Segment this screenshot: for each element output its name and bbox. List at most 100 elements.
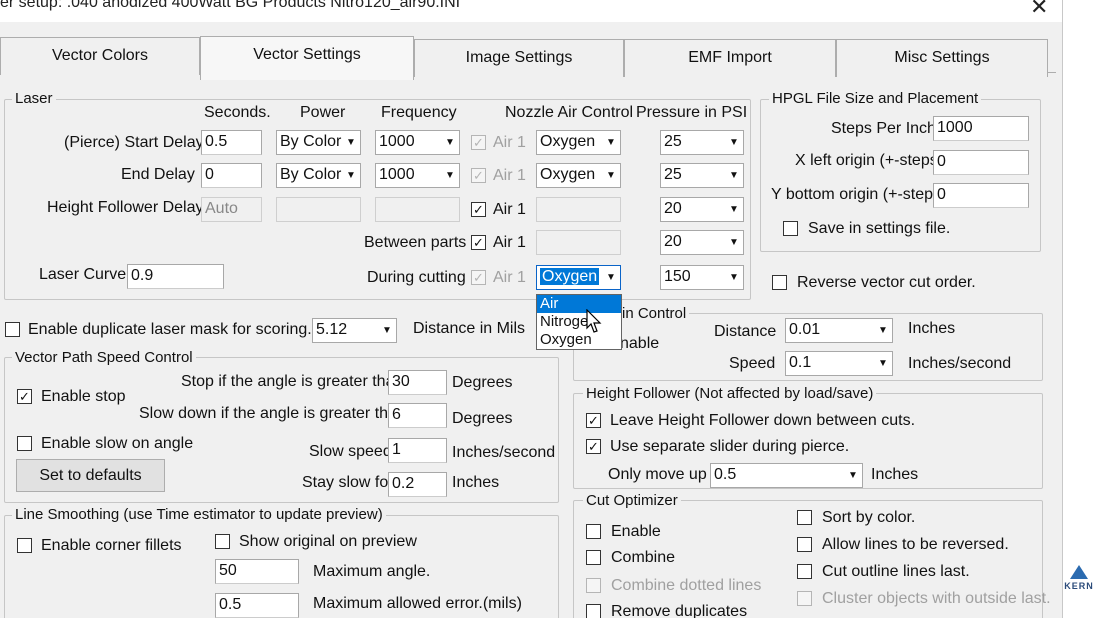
optimizer-enable-label: Enable (611, 523, 661, 540)
chevron-down-icon: ▼ (342, 131, 360, 154)
max-error-label: Maximum allowed error.(mils) (313, 595, 522, 612)
during-cutting-air-checkbox[interactable]: ✓ (471, 270, 486, 285)
x-origin-label: X left origin (+-steps) (795, 152, 944, 169)
slow-speed-input[interactable]: 1 (388, 438, 447, 463)
stay-slow-input[interactable]: 0.2 (388, 472, 447, 497)
end-delay-power-select[interactable]: By Color ▼ (276, 163, 361, 188)
laser-curve-input[interactable]: 0.9 (127, 264, 224, 289)
start-delay-psi-value: 25 (664, 133, 682, 150)
logo-triangle-icon (1070, 565, 1088, 579)
tab-misc-settings[interactable]: Misc Settings (836, 39, 1048, 77)
start-delay-power-select[interactable]: By Color ▼ (276, 130, 361, 155)
motion-speed-select[interactable]: 0.1 ▼ (785, 351, 893, 376)
enable-slow-checkbox[interactable] (17, 436, 32, 451)
pressure-header: Pressure in PSI (636, 104, 748, 121)
height-delay-psi-select[interactable]: 20 ▼ (660, 197, 744, 222)
gas-option-nitrogen[interactable]: Nitroge (537, 313, 621, 331)
optimizer-enable-checkbox[interactable] (586, 524, 601, 539)
end-delay-frequency-select[interactable]: 1000 ▼ (375, 163, 460, 188)
y-origin-label: Y bottom origin (+-steps) (771, 186, 947, 203)
combine-dotted-checkbox[interactable] (586, 578, 601, 593)
allow-reverse-checkbox[interactable] (797, 537, 812, 552)
power-header: Power (300, 104, 346, 121)
leave-down-label: Leave Height Follower down between cuts. (610, 412, 916, 429)
end-delay-gas-select[interactable]: Oxygen ▼ (536, 163, 621, 188)
chevron-down-icon: ▼ (725, 198, 743, 221)
cluster-label: Cluster objects with outside last. (822, 590, 1051, 607)
height-delay-air-checkbox[interactable]: ✓ (471, 202, 486, 217)
x-origin-input[interactable]: 0 (933, 150, 1029, 175)
motion-distance-select[interactable]: 0.01 ▼ (785, 318, 893, 343)
corner-fillets-label: Enable corner fillets (41, 537, 182, 554)
enable-slow-label: Enable slow on angle (41, 435, 194, 452)
between-parts-air-checkbox[interactable]: ✓ (471, 235, 486, 250)
between-parts-psi-select[interactable]: 20 ▼ (660, 230, 744, 255)
during-cutting-gas-select[interactable]: Oxygen ▼ (536, 265, 621, 290)
between-parts-psi-value: 20 (664, 233, 682, 250)
stay-slow-label: Stay slow for (302, 474, 394, 491)
cluster-checkbox[interactable] (797, 591, 812, 606)
start-delay-air-label: Air 1 (493, 134, 526, 151)
save-in-settings-checkbox[interactable] (783, 221, 798, 236)
steps-per-inch-label: Steps Per Inch (831, 120, 936, 137)
motion-distance-value: 0.01 (789, 321, 821, 338)
end-delay-air-checkbox[interactable]: ✓ (471, 168, 486, 183)
max-error-input[interactable]: 0.5 (215, 593, 299, 618)
leave-down-checkbox[interactable]: ✓ (586, 413, 601, 428)
laser-curve-label: Laser Curve (39, 266, 127, 283)
kern-logo: KERN (1063, 565, 1095, 591)
close-icon[interactable]: ✕ (1030, 0, 1048, 20)
steps-per-inch-input[interactable]: 1000 (933, 116, 1029, 141)
tab-image-settings[interactable]: Image Settings (414, 39, 624, 77)
max-angle-input[interactable]: 50 (215, 559, 299, 584)
end-delay-label: End Delay (121, 166, 195, 183)
dup-mask-distance-value: 5.12 (316, 321, 348, 338)
dup-mask-checkbox[interactable] (5, 322, 20, 337)
sort-color-checkbox[interactable] (797, 510, 812, 525)
during-cutting-psi-select[interactable]: 150 ▼ (660, 265, 744, 290)
seconds-header: Seconds. (204, 104, 271, 121)
y-origin-input[interactable]: 0 (933, 183, 1029, 208)
slow-angle-input[interactable]: 6 (388, 403, 447, 428)
height-delay-seconds[interactable]: Auto (201, 197, 262, 222)
sort-color-label: Sort by color. (822, 509, 916, 526)
reverse-vector-checkbox[interactable] (772, 275, 787, 290)
start-delay-gas-select[interactable]: Oxygen ▼ (536, 130, 621, 155)
tab-emf-import[interactable]: EMF Import (624, 39, 836, 77)
tab-vector-settings[interactable]: Vector Settings (200, 36, 414, 80)
start-delay-frequency-select[interactable]: 1000 ▼ (375, 130, 460, 155)
remove-dup-checkbox[interactable] (586, 604, 601, 618)
remove-dup-label: Remove duplicates (611, 603, 748, 618)
chevron-down-icon: ▼ (602, 131, 620, 154)
end-delay-power-value: By Color (280, 166, 342, 183)
tab-vector-colors[interactable]: Vector Colors (0, 37, 200, 75)
end-delay-psi-select[interactable]: 25 ▼ (660, 163, 744, 188)
set-defaults-button[interactable]: Set to defaults (16, 459, 165, 492)
show-original-checkbox[interactable] (215, 534, 230, 549)
end-delay-seconds[interactable]: 0 (201, 163, 262, 188)
start-delay-label: (Pierce) Start Delay (64, 134, 204, 151)
slow-angle-unit: Degrees (452, 410, 513, 427)
enable-stop-checkbox[interactable]: ✓ (17, 389, 32, 404)
combine-checkbox[interactable] (586, 550, 601, 565)
nozzle-header: Nozzle Air Control (505, 104, 634, 121)
start-delay-seconds[interactable]: 0.5 (201, 130, 262, 155)
stop-angle-input[interactable]: 30 (388, 370, 447, 395)
gas-option-air[interactable]: Air (537, 295, 621, 313)
hpgl-group-title: HPGL File Size and Placement (769, 90, 982, 107)
dup-mask-distance-select[interactable]: 5.12 ▼ (312, 318, 397, 343)
separate-slider-label: Use separate slider during pierce. (610, 438, 850, 455)
corner-fillets-checkbox[interactable] (17, 538, 32, 553)
between-parts-air-label: Air 1 (493, 234, 526, 251)
motion-control-title: in Control (619, 305, 690, 322)
start-delay-psi-select[interactable]: 25 ▼ (660, 130, 744, 155)
outline-last-checkbox[interactable] (797, 564, 812, 579)
start-delay-air-checkbox[interactable]: ✓ (471, 135, 486, 150)
slow-speed-unit: Inches/second (452, 444, 556, 461)
height-delay-gas-blank (536, 197, 621, 222)
separate-slider-checkbox[interactable]: ✓ (586, 439, 601, 454)
only-move-select[interactable]: 0.5 ▼ (710, 463, 863, 488)
gas-option-oxygen[interactable]: Oxygen (537, 331, 621, 349)
height-delay-psi-value: 20 (664, 200, 682, 217)
line-smoothing-title: Line Smoothing (use Time estimator to up… (12, 506, 386, 523)
